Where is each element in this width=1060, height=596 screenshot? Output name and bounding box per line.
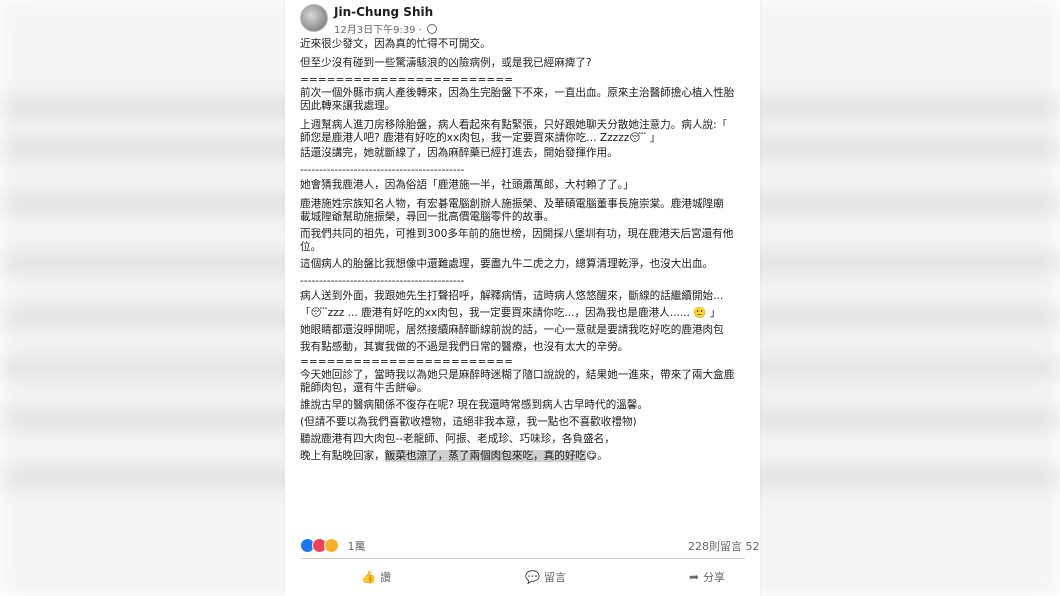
thumbs-up-icon: 👍 bbox=[361, 570, 376, 584]
avatar[interactable] bbox=[300, 4, 328, 32]
paragraph-line: ======================== bbox=[300, 74, 514, 86]
paragraph-line: 龍師肉包，還有牛舌餅😀。 bbox=[300, 382, 428, 394]
like-label: 讚 bbox=[379, 571, 391, 584]
paragraph-line: (但請不要以為我們喜歡收禮物，這絕非我本意，我一點也不喜歡收禮物) bbox=[300, 416, 637, 428]
globe-icon bbox=[427, 24, 438, 34]
comment-button[interactable]: 💬 留言 bbox=[525, 566, 566, 588]
paragraph-line: 「😴zzz ... 鹿港有好吃的xx肉包，我一定要買來請你吃...，因為我也是鹿… bbox=[300, 307, 721, 319]
paragraph-line: 鹿港施姓宗族知名人物，有宏碁電腦創辦人施振榮、及華碩電腦董事長施崇棠。鹿港城隍廟 bbox=[300, 198, 724, 210]
post-timestamp[interactable]: 12月3日下午9:39 · bbox=[334, 25, 425, 36]
emoji-tail: 😋。 bbox=[586, 450, 608, 462]
paragraph-line: 這個病人的胎盤比我想像中還難處理，要盡九牛二虎之力，總算清理乾淨，也沒大出血。 bbox=[300, 258, 714, 270]
paragraph-line: 晚上有點晚回家， bbox=[300, 450, 385, 462]
share-count: 52 bbox=[745, 540, 760, 553]
paragraph-line: 而我們共同的祖先，可推到300多年前的施世榜，因開採八堡圳有功，現在鹿港天后宮還… bbox=[300, 228, 734, 240]
paragraph-line: 她會猜我鹿港人，因為俗語「鹿港施一半，社頭蕭萬郎，大村賴了了。」 bbox=[300, 179, 634, 191]
post-body: 近來很少發文，因為真的忙得不可開交。但至少沒有碰到一些驚濤駭浪的凶險病例，或是我… bbox=[300, 38, 760, 463]
paragraph-line: ----------------------------------------… bbox=[300, 164, 465, 176]
comment-label: 留言 bbox=[543, 571, 566, 584]
reaction-count: 1萬 bbox=[347, 540, 366, 553]
paragraph-line: 聽說鹿港有四大肉包--老龍師、阿振、老成珍、巧味珍，各負盛名， bbox=[300, 433, 615, 445]
paragraph-line: 話還沒講完，她就斷線了，因為麻醉藥已經打進去，開始發揮作用。 bbox=[300, 147, 618, 159]
paragraph-line: 病人送到外面，我跟她先生打聲招呼，解釋病情，這時病人悠悠醒來，斷線的話繼續開始.… bbox=[300, 290, 724, 302]
paragraph-line: 誰說古早的醫病關係不復存在呢? 現在我還時常感到病人古早時代的溫馨。 bbox=[300, 399, 648, 411]
post-card: Jin-Chung Shih 12月3日下午9:39 · 近來很少發文，因為真的… bbox=[285, 0, 760, 596]
like-button[interactable]: 👍 讚 bbox=[361, 566, 391, 588]
paragraph-line: 前次一個外縣市病人產後轉來，因為生完胎盤下不來，一直出血。原來主治醫師擔心植入性… bbox=[300, 87, 735, 99]
share-arrow-icon: ➦ bbox=[689, 570, 700, 584]
paragraph-line: ======================== bbox=[300, 356, 514, 368]
paragraph-line: 我有點感動，其實我做的不過是我們日常的醫療，也沒有太大的辛勞。 bbox=[300, 341, 629, 353]
comments-summary[interactable]: 228則留言 52 bbox=[688, 538, 760, 554]
share-label: 分享 bbox=[703, 571, 726, 584]
paragraph-line: 但至少沒有碰到一些驚濤駭浪的凶險病例，或是我已經麻痺了? bbox=[300, 57, 592, 69]
share-button[interactable]: ➦ 分享 bbox=[689, 566, 725, 588]
paragraph-line: 位。 bbox=[300, 241, 322, 253]
post-meta: 12月3日下午9:39 · bbox=[334, 21, 438, 36]
paragraph-line: 上週幫病人進刀房移除胎盤，病人看起來有點緊張，只好跟她聊天分散她注意力。病人說:… bbox=[300, 119, 728, 131]
paragraph-line: 今天她回診了，當時我以為她只是麻醉時迷糊了隨口說說的，結果她一進來，帶來了兩大盒… bbox=[300, 369, 735, 381]
post-actions: 👍 讚 💬 留言 ➦ 分享 bbox=[285, 566, 760, 588]
comment-count: 228則留言 bbox=[688, 540, 742, 553]
author-name[interactable]: Jin-Chung Shih bbox=[334, 5, 433, 19]
paragraph-line: 因此轉來讓我處理。 bbox=[300, 100, 396, 112]
actions-divider bbox=[300, 558, 745, 559]
last-paragraph: 晚上有點晚回家，飯菜也涼了，蒸了兩個肉包來吃，真的好吃😋。 bbox=[300, 450, 760, 463]
wow-reaction-icon bbox=[324, 538, 339, 553]
paragraph-line: 她眼睛都還沒睜開呢，居然接續麻醉斷線前說的話，一心一意就是要請我吃好吃的鹿港肉包 bbox=[300, 324, 724, 336]
paragraph-line: 師您是鹿港人吧? 鹿港有好吃的xx肉包，我一定要買來請你吃... Zzzzz😴 … bbox=[300, 132, 661, 144]
highlighted-text: 飯菜也涼了，蒸了兩個肉包來吃，真的好吃 bbox=[384, 450, 587, 462]
paragraph-line: 載城隍爺幫助施振榮，尋回一批高價電腦零件的故事。 bbox=[300, 211, 555, 223]
reactions-summary[interactable]: 1萬 bbox=[300, 538, 366, 554]
comment-bubble-icon: 💬 bbox=[525, 570, 540, 584]
paragraph-line: ----------------------------------------… bbox=[300, 275, 465, 287]
paragraph-line: 近來很少發文，因為真的忙得不可開交。 bbox=[300, 38, 491, 50]
